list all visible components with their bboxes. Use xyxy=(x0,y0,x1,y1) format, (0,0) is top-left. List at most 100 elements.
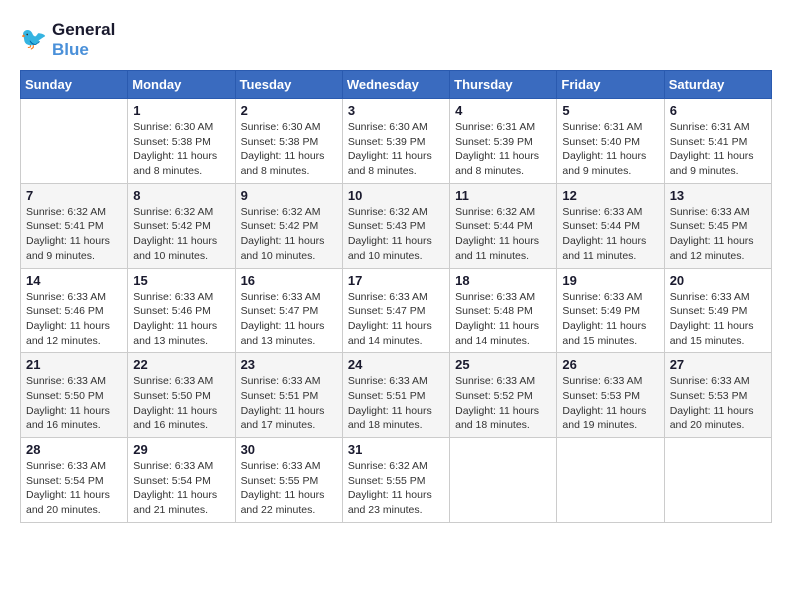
day-number: 18 xyxy=(455,273,551,288)
calendar-day-cell: 19 Sunrise: 6:33 AM Sunset: 5:49 PM Dayl… xyxy=(557,268,664,353)
day-number: 8 xyxy=(133,188,229,203)
daylight-text: Daylight: 11 hours and 13 minutes. xyxy=(133,319,229,348)
daylight-text: Daylight: 11 hours and 12 minutes. xyxy=(26,319,122,348)
day-info: Sunrise: 6:33 AM Sunset: 5:46 PM Dayligh… xyxy=(26,290,122,349)
calendar-day-cell: 31 Sunrise: 6:32 AM Sunset: 5:55 PM Dayl… xyxy=(342,438,449,523)
day-number: 12 xyxy=(562,188,658,203)
daylight-text: Daylight: 11 hours and 11 minutes. xyxy=(455,234,551,263)
day-number: 24 xyxy=(348,357,444,372)
weekday-header-row: SundayMondayTuesdayWednesdayThursdayFrid… xyxy=(21,71,772,99)
day-number: 20 xyxy=(670,273,766,288)
sunset-text: Sunset: 5:39 PM xyxy=(348,135,444,150)
calendar-day-cell: 21 Sunrise: 6:33 AM Sunset: 5:50 PM Dayl… xyxy=(21,353,128,438)
sunset-text: Sunset: 5:41 PM xyxy=(26,219,122,234)
weekday-header: Sunday xyxy=(21,71,128,99)
calendar-day-cell: 16 Sunrise: 6:33 AM Sunset: 5:47 PM Dayl… xyxy=(235,268,342,353)
logo-icon: 🐦 xyxy=(20,26,48,54)
sunset-text: Sunset: 5:47 PM xyxy=(241,304,337,319)
calendar-day-cell: 14 Sunrise: 6:33 AM Sunset: 5:46 PM Dayl… xyxy=(21,268,128,353)
calendar-day-cell: 18 Sunrise: 6:33 AM Sunset: 5:48 PM Dayl… xyxy=(450,268,557,353)
day-info: Sunrise: 6:30 AM Sunset: 5:38 PM Dayligh… xyxy=(133,120,229,179)
sunset-text: Sunset: 5:44 PM xyxy=(562,219,658,234)
sunset-text: Sunset: 5:40 PM xyxy=(562,135,658,150)
sunrise-text: Sunrise: 6:33 AM xyxy=(348,374,444,389)
weekday-header: Thursday xyxy=(450,71,557,99)
sunrise-text: Sunrise: 6:32 AM xyxy=(348,459,444,474)
calendar-day-cell xyxy=(21,99,128,184)
day-info: Sunrise: 6:33 AM Sunset: 5:51 PM Dayligh… xyxy=(348,374,444,433)
sunset-text: Sunset: 5:51 PM xyxy=(241,389,337,404)
calendar-day-cell: 27 Sunrise: 6:33 AM Sunset: 5:53 PM Dayl… xyxy=(664,353,771,438)
daylight-text: Daylight: 11 hours and 10 minutes. xyxy=(348,234,444,263)
day-number: 4 xyxy=(455,103,551,118)
day-number: 7 xyxy=(26,188,122,203)
day-info: Sunrise: 6:33 AM Sunset: 5:46 PM Dayligh… xyxy=(133,290,229,349)
day-info: Sunrise: 6:33 AM Sunset: 5:51 PM Dayligh… xyxy=(241,374,337,433)
sunrise-text: Sunrise: 6:31 AM xyxy=(455,120,551,135)
day-info: Sunrise: 6:33 AM Sunset: 5:50 PM Dayligh… xyxy=(26,374,122,433)
calendar-day-cell: 10 Sunrise: 6:32 AM Sunset: 5:43 PM Dayl… xyxy=(342,183,449,268)
calendar-day-cell: 22 Sunrise: 6:33 AM Sunset: 5:50 PM Dayl… xyxy=(128,353,235,438)
calendar-day-cell: 12 Sunrise: 6:33 AM Sunset: 5:44 PM Dayl… xyxy=(557,183,664,268)
daylight-text: Daylight: 11 hours and 8 minutes. xyxy=(348,149,444,178)
sunrise-text: Sunrise: 6:32 AM xyxy=(26,205,122,220)
calendar-day-cell: 3 Sunrise: 6:30 AM Sunset: 5:39 PM Dayli… xyxy=(342,99,449,184)
calendar-day-cell: 26 Sunrise: 6:33 AM Sunset: 5:53 PM Dayl… xyxy=(557,353,664,438)
daylight-text: Daylight: 11 hours and 8 minutes. xyxy=(455,149,551,178)
day-number: 9 xyxy=(241,188,337,203)
weekday-header: Monday xyxy=(128,71,235,99)
calendar-day-cell xyxy=(557,438,664,523)
day-info: Sunrise: 6:33 AM Sunset: 5:50 PM Dayligh… xyxy=(133,374,229,433)
sunrise-text: Sunrise: 6:33 AM xyxy=(670,205,766,220)
weekday-header: Tuesday xyxy=(235,71,342,99)
sunset-text: Sunset: 5:49 PM xyxy=(670,304,766,319)
calendar-day-cell: 8 Sunrise: 6:32 AM Sunset: 5:42 PM Dayli… xyxy=(128,183,235,268)
day-info: Sunrise: 6:33 AM Sunset: 5:54 PM Dayligh… xyxy=(26,459,122,518)
sunrise-text: Sunrise: 6:33 AM xyxy=(26,459,122,474)
calendar-day-cell: 1 Sunrise: 6:30 AM Sunset: 5:38 PM Dayli… xyxy=(128,99,235,184)
day-number: 14 xyxy=(26,273,122,288)
calendar-day-cell xyxy=(664,438,771,523)
weekday-header: Wednesday xyxy=(342,71,449,99)
sunrise-text: Sunrise: 6:33 AM xyxy=(455,290,551,305)
daylight-text: Daylight: 11 hours and 10 minutes. xyxy=(241,234,337,263)
logo: 🐦 General Blue xyxy=(20,20,115,60)
day-info: Sunrise: 6:31 AM Sunset: 5:39 PM Dayligh… xyxy=(455,120,551,179)
sunrise-text: Sunrise: 6:32 AM xyxy=(455,205,551,220)
sunrise-text: Sunrise: 6:33 AM xyxy=(241,459,337,474)
weekday-header: Saturday xyxy=(664,71,771,99)
daylight-text: Daylight: 11 hours and 23 minutes. xyxy=(348,488,444,517)
sunset-text: Sunset: 5:50 PM xyxy=(26,389,122,404)
day-number: 29 xyxy=(133,442,229,457)
sunrise-text: Sunrise: 6:33 AM xyxy=(133,290,229,305)
calendar-day-cell: 28 Sunrise: 6:33 AM Sunset: 5:54 PM Dayl… xyxy=(21,438,128,523)
day-number: 11 xyxy=(455,188,551,203)
day-number: 15 xyxy=(133,273,229,288)
weekday-header: Friday xyxy=(557,71,664,99)
sunset-text: Sunset: 5:53 PM xyxy=(670,389,766,404)
calendar-day-cell: 11 Sunrise: 6:32 AM Sunset: 5:44 PM Dayl… xyxy=(450,183,557,268)
header: 🐦 General Blue xyxy=(20,20,772,60)
sunset-text: Sunset: 5:47 PM xyxy=(348,304,444,319)
day-info: Sunrise: 6:32 AM Sunset: 5:42 PM Dayligh… xyxy=(133,205,229,264)
day-number: 2 xyxy=(241,103,337,118)
calendar-day-cell: 4 Sunrise: 6:31 AM Sunset: 5:39 PM Dayli… xyxy=(450,99,557,184)
daylight-text: Daylight: 11 hours and 16 minutes. xyxy=(133,404,229,433)
calendar-day-cell: 20 Sunrise: 6:33 AM Sunset: 5:49 PM Dayl… xyxy=(664,268,771,353)
day-info: Sunrise: 6:30 AM Sunset: 5:39 PM Dayligh… xyxy=(348,120,444,179)
day-info: Sunrise: 6:32 AM Sunset: 5:44 PM Dayligh… xyxy=(455,205,551,264)
calendar-week-row: 14 Sunrise: 6:33 AM Sunset: 5:46 PM Dayl… xyxy=(21,268,772,353)
daylight-text: Daylight: 11 hours and 19 minutes. xyxy=(562,404,658,433)
day-info: Sunrise: 6:33 AM Sunset: 5:44 PM Dayligh… xyxy=(562,205,658,264)
day-number: 25 xyxy=(455,357,551,372)
daylight-text: Daylight: 11 hours and 8 minutes. xyxy=(241,149,337,178)
day-info: Sunrise: 6:32 AM Sunset: 5:41 PM Dayligh… xyxy=(26,205,122,264)
daylight-text: Daylight: 11 hours and 20 minutes. xyxy=(670,404,766,433)
calendar-day-cell: 13 Sunrise: 6:33 AM Sunset: 5:45 PM Dayl… xyxy=(664,183,771,268)
sunset-text: Sunset: 5:46 PM xyxy=(26,304,122,319)
sunrise-text: Sunrise: 6:32 AM xyxy=(348,205,444,220)
day-number: 27 xyxy=(670,357,766,372)
calendar-day-cell: 24 Sunrise: 6:33 AM Sunset: 5:51 PM Dayl… xyxy=(342,353,449,438)
sunrise-text: Sunrise: 6:32 AM xyxy=(133,205,229,220)
day-info: Sunrise: 6:33 AM Sunset: 5:49 PM Dayligh… xyxy=(670,290,766,349)
